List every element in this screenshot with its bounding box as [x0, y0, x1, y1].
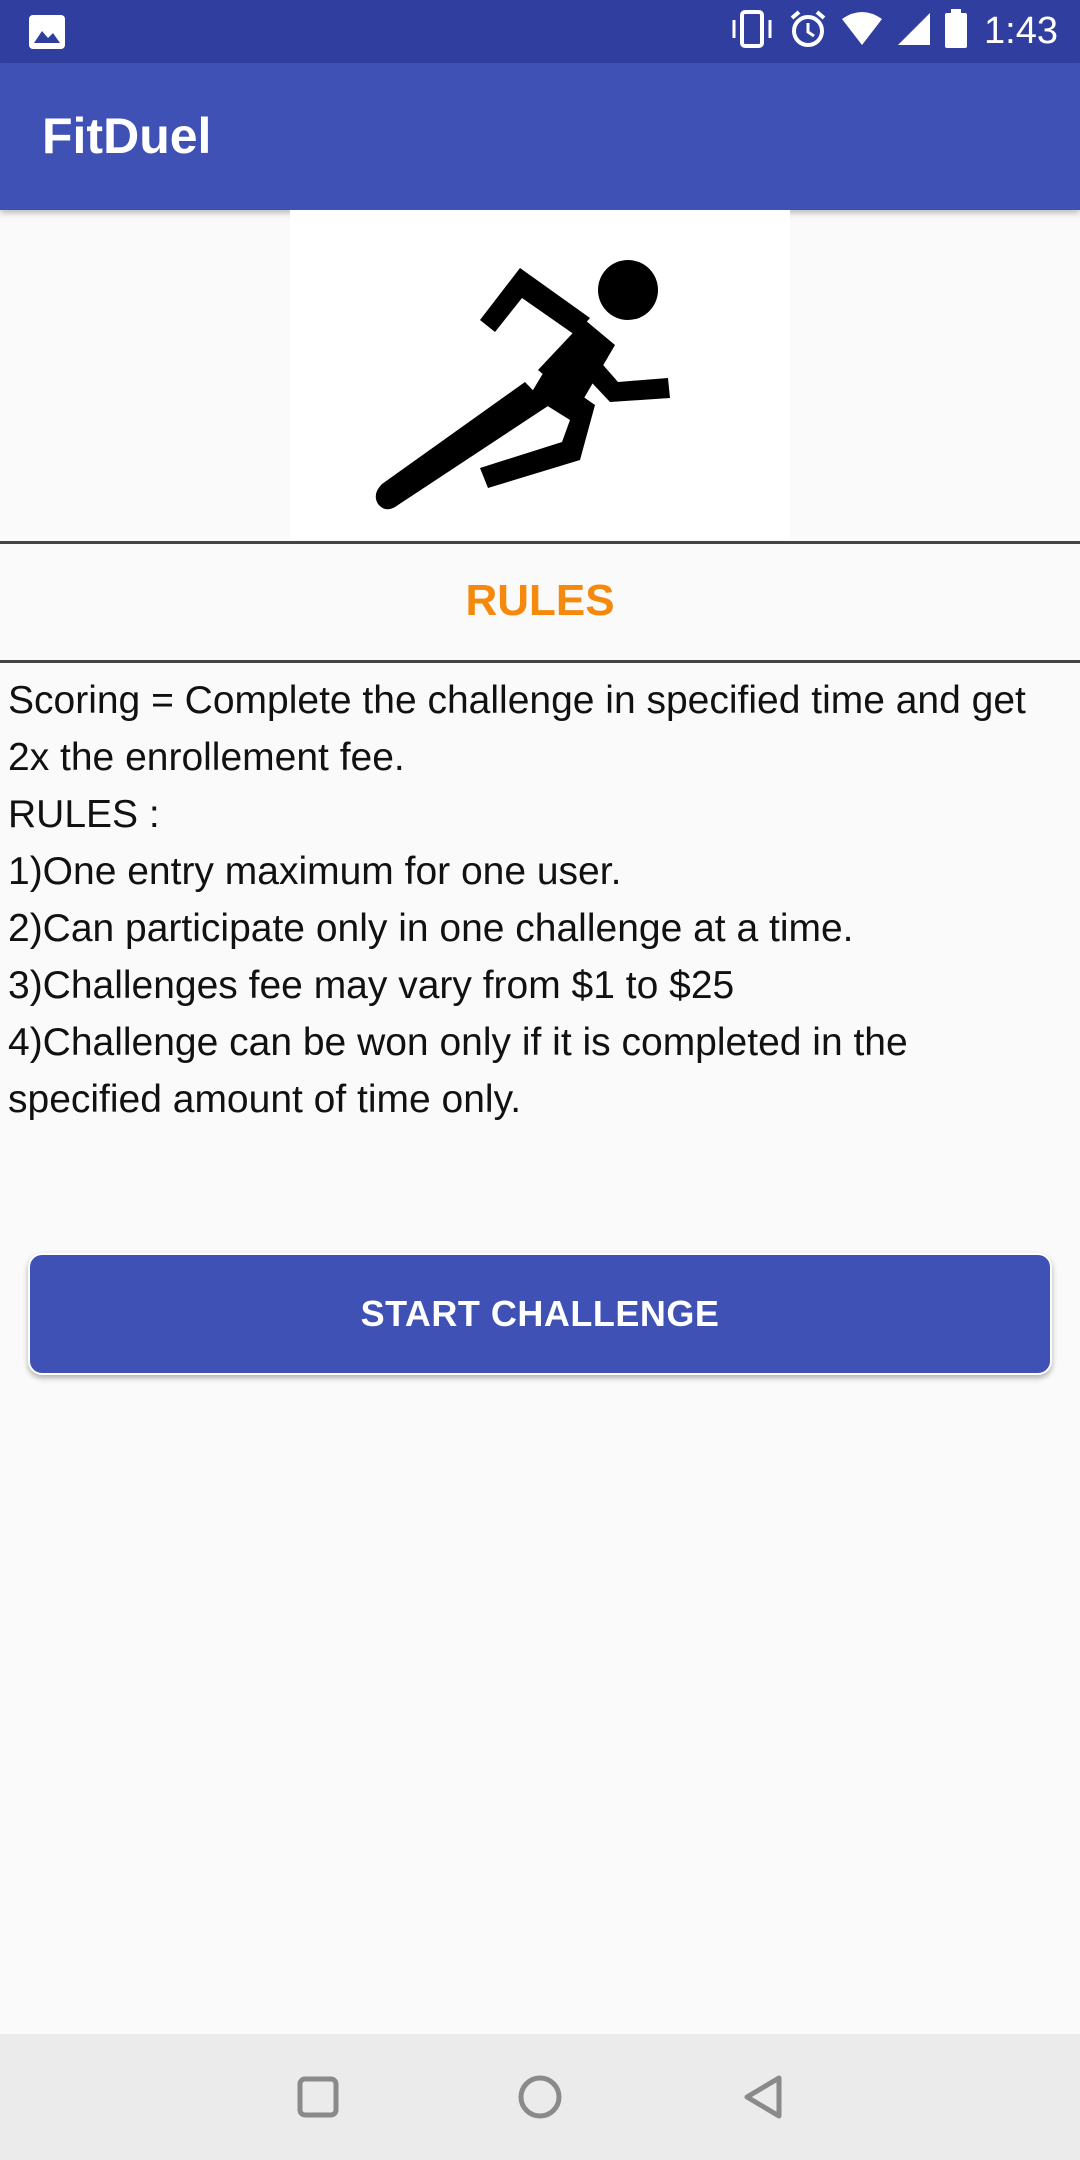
home-icon[interactable]: [477, 2034, 603, 2160]
rules-line-4: 4)Challenge can be won only if it is com…: [8, 1021, 908, 1121]
rules-line-3: 3)Challenges fee may vary from $1 to $25: [8, 964, 735, 1007]
recents-icon[interactable]: [255, 2034, 381, 2160]
app-title: FitDuel: [42, 108, 212, 164]
divider-top: [0, 541, 1080, 544]
battery-icon: [944, 9, 968, 54]
rules-scoring-line: Scoring = Complete the challenge in spec…: [8, 679, 1026, 779]
signal-icon: [896, 11, 932, 52]
rules-heading: RULES: [465, 576, 615, 625]
rules-text: Scoring = Complete the challenge in spec…: [8, 672, 1072, 1128]
status-time: 1:43: [984, 10, 1058, 52]
app-bar: FitDuel: [0, 63, 1080, 210]
status-icons: 1:43: [728, 0, 1058, 63]
running-person-icon: [375, 260, 670, 510]
start-challenge-button[interactable]: START CHALLENGE: [28, 1253, 1052, 1375]
rules-line-1: 1)One entry maximum for one user.: [8, 850, 622, 893]
back-icon[interactable]: [700, 2034, 826, 2160]
vibrate-icon: [728, 9, 776, 54]
wifi-icon: [840, 11, 884, 52]
alarm-icon: [788, 9, 828, 54]
divider-bottom: [0, 660, 1080, 663]
rules-label-line: RULES :: [8, 793, 160, 836]
rules-line-2: 2)Can participate only in one challenge …: [8, 907, 854, 950]
status-bar: 1:43: [0, 0, 1080, 63]
hero-image: [290, 210, 790, 540]
navigation-bar: [0, 2034, 1080, 2160]
image-notification-icon: [28, 14, 66, 50]
